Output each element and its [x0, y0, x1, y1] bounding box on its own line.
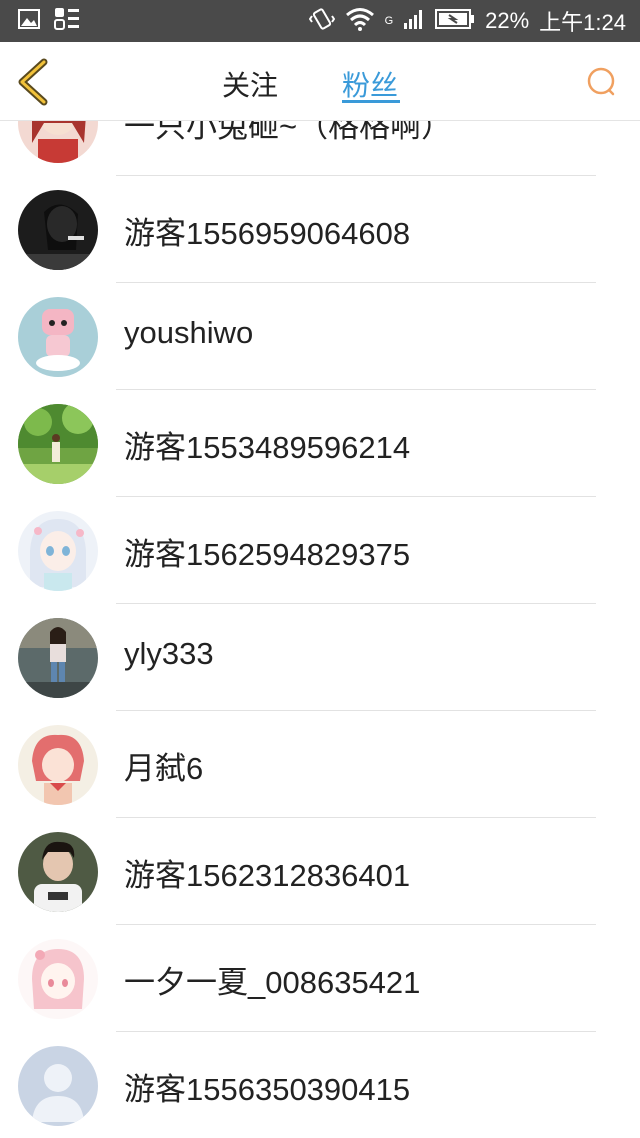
- top-nav-bar: 关注 粉丝: [0, 42, 640, 121]
- list-item[interactable]: 游客1562312836401: [0, 818, 640, 925]
- avatar: [18, 121, 98, 163]
- fan-name: 一夕一夏_008635421: [124, 965, 421, 1000]
- avatar: [18, 939, 98, 1019]
- list-item[interactable]: 游客1556350390415: [0, 1032, 640, 1138]
- avatar: [18, 297, 98, 377]
- network-type-label: G: [384, 15, 394, 27]
- battery-percent: 22%: [485, 8, 530, 33]
- chevron-left-icon: [18, 58, 48, 106]
- tab-fans[interactable]: 粉丝: [342, 64, 398, 104]
- status-right-icons: G 22% 上午1:24: [308, 0, 626, 42]
- fan-name: 游客1562594829375: [124, 537, 411, 572]
- fan-name: youshiwo: [124, 315, 254, 350]
- list-item[interactable]: 一夕一夏_008635421: [0, 925, 640, 1032]
- avatar: [18, 832, 98, 912]
- app-grid-notification-icon: [54, 7, 80, 35]
- fan-name: yly333: [124, 636, 214, 671]
- list-item[interactable]: 一只小兔砸~（格格啊）: [0, 121, 640, 176]
- avatar: [18, 404, 98, 484]
- fan-name: 游客1562312836401: [124, 858, 411, 893]
- avatar: [18, 618, 98, 698]
- vibrate-icon: [308, 6, 335, 36]
- active-tab-indicator: [342, 100, 400, 103]
- list-item[interactable]: youshiwo: [0, 283, 640, 390]
- list-item[interactable]: yly333: [0, 604, 640, 711]
- clock: 上午1:24: [539, 10, 626, 35]
- back-button[interactable]: [14, 58, 54, 106]
- avatar: [18, 725, 98, 805]
- fan-name: 游客1553489596214: [124, 430, 411, 465]
- avatar: [18, 511, 98, 591]
- fan-name: 月弑6: [124, 751, 204, 786]
- default-user-avatar: [18, 1046, 98, 1126]
- signal-icon: [403, 8, 425, 34]
- list-item[interactable]: 游客1562594829375: [0, 497, 640, 604]
- tab-following[interactable]: 关注: [222, 64, 278, 104]
- battery-icon: [435, 8, 475, 34]
- fan-name: 游客1556350390415: [124, 1072, 411, 1107]
- fan-name: 一只小兔砸~（格格啊）: [124, 121, 453, 144]
- fan-name: 游客1556959064608: [124, 216, 411, 251]
- list-item[interactable]: 月弑6: [0, 711, 640, 818]
- search-button[interactable]: [582, 62, 622, 102]
- fans-list: 一只小兔砸~（格格啊） 游客1556959064608 youshiwo 游客1…: [0, 121, 640, 1138]
- avatar: [18, 190, 98, 270]
- list-item[interactable]: 游客1553489596214: [0, 390, 640, 497]
- status-bar: G 22% 上午1:24: [0, 0, 640, 42]
- status-left-icons: [18, 7, 80, 35]
- wifi-icon: [345, 7, 375, 35]
- gallery-notification-icon: [18, 9, 40, 33]
- list-item[interactable]: 游客1556959064608: [0, 176, 640, 283]
- search-icon: [587, 67, 615, 96]
